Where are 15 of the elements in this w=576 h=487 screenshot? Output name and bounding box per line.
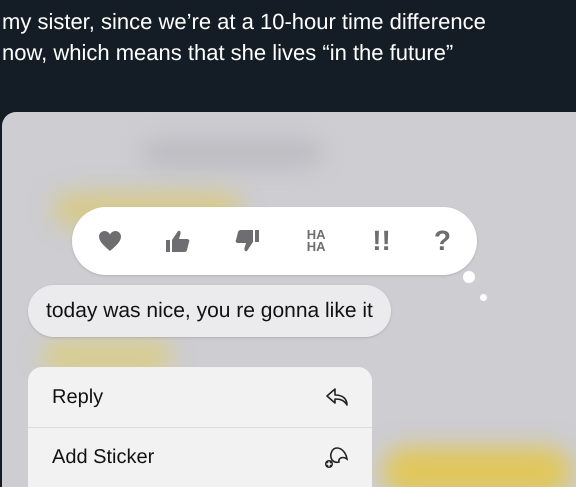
thumbs-up-icon[interactable]	[165, 228, 192, 254]
post-text-line: now, which means that she lives “in the future”	[2, 39, 454, 67]
reaction-button[interactable]: HA HA	[303, 229, 330, 253]
post-text-line: my sister, since we’re at a 10-hour time difference	[2, 8, 487, 36]
reaction-button[interactable]: ?	[434, 227, 451, 255]
menu-item-label: Reply	[52, 384, 104, 410]
thumbs-down-icon[interactable]	[234, 228, 260, 254]
menu-item-label: Add Sticker	[52, 445, 154, 470]
heart-icon[interactable]	[98, 230, 122, 252]
menu-item[interactable]: Reply	[28, 366, 372, 426]
sticker-icon	[324, 445, 348, 469]
menu-item[interactable]: Add Sticker	[28, 426, 372, 486]
reaction-button[interactable]: !!	[372, 227, 391, 255]
reply-icon	[326, 388, 348, 406]
message-bubble: today was nice, you re gonna like it	[28, 285, 391, 336]
